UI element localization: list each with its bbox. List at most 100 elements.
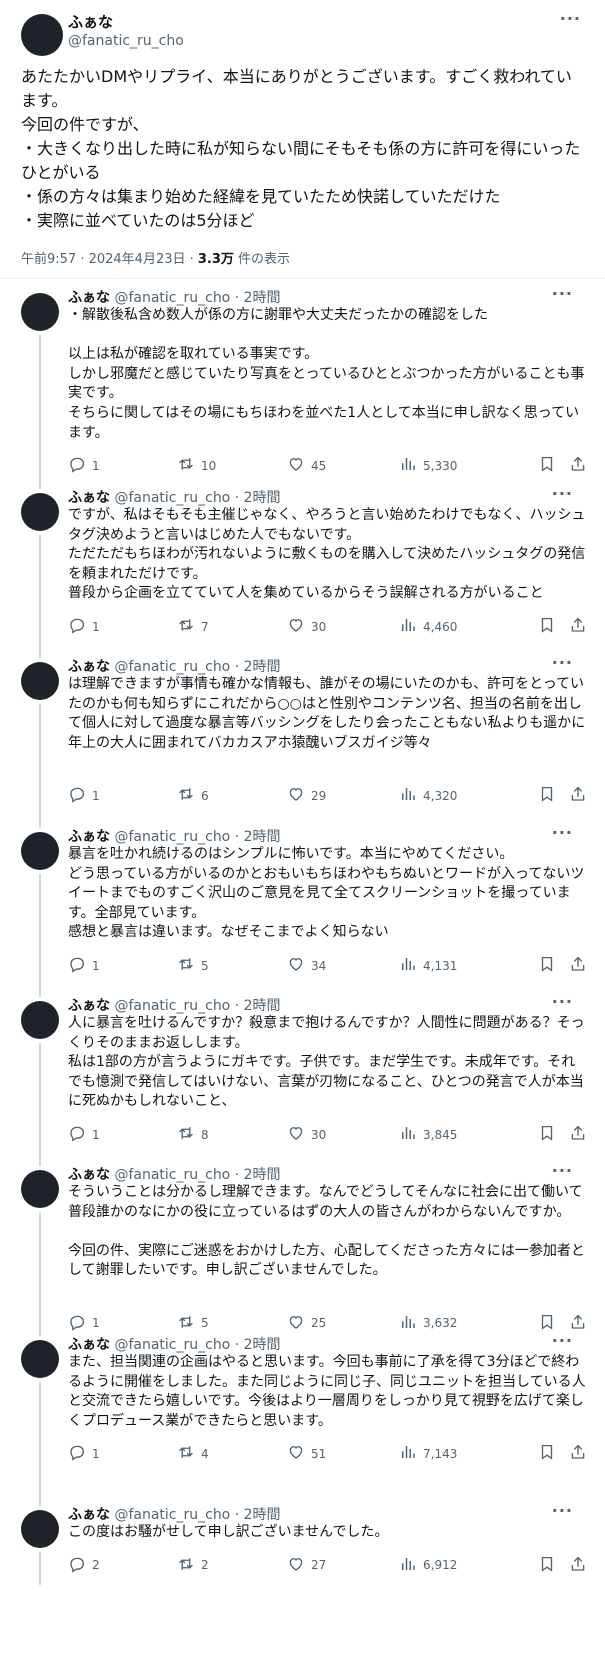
reply-button[interactable]: 1 — [68, 616, 100, 637]
views-button[interactable]: 6,912 — [399, 1555, 457, 1576]
avatar[interactable] — [21, 493, 59, 531]
reply-button[interactable]: 1 — [68, 955, 100, 976]
avatar[interactable] — [21, 832, 59, 870]
reply-tweet[interactable]: ふぁな @fanatic_ru_cho · 2時間 ··· また、担当関連の企画はや… — [0, 1330, 605, 1506]
more-icon[interactable]: ··· — [552, 825, 573, 841]
like-count: 27 — [311, 1558, 327, 1573]
reply-button[interactable]: 1 — [68, 1443, 100, 1464]
reply-count: 1 — [92, 1446, 100, 1461]
reply-tweet[interactable]: ふぁな @fanatic_ru_cho · 2時間 ··· 人に暴言を吐けるんですか… — [0, 991, 605, 1166]
reply-count: 1 — [92, 788, 100, 803]
like-button[interactable]: 51 — [287, 1443, 326, 1464]
avatar[interactable] — [21, 1001, 59, 1039]
more-icon[interactable]: ··· — [552, 1163, 573, 1179]
like-button[interactable]: 29 — [287, 785, 326, 806]
views-button[interactable]: 4,460 — [399, 616, 457, 637]
more-icon[interactable]: ··· — [552, 655, 573, 671]
bar-chart-icon — [399, 955, 423, 976]
reply-button[interactable]: 1 — [68, 455, 100, 476]
views-button[interactable]: 7,143 — [399, 1443, 457, 1464]
views-button[interactable]: 5,330 — [399, 455, 457, 476]
author-name[interactable]: ふぁな — [68, 1507, 110, 1523]
like-button[interactable]: 27 — [287, 1555, 326, 1576]
author-name[interactable]: ふぁな — [68, 659, 110, 675]
main-tweet: ふぁな @fanatic_ru_cho ··· あたたかいDMやリプライ、本当に… — [0, 0, 605, 278]
reply-button[interactable]: 1 — [68, 1124, 100, 1145]
share-button[interactable] — [569, 1555, 587, 1576]
author-handle[interactable]: @fanatic_ru_cho — [68, 33, 184, 49]
share-button[interactable] — [569, 1124, 587, 1145]
avatar[interactable] — [21, 1170, 59, 1208]
reply-button[interactable]: 1 — [68, 785, 100, 806]
share-button[interactable] — [569, 955, 587, 976]
retweet-button[interactable]: 5 — [177, 955, 209, 976]
retweet-count: 2 — [201, 1558, 209, 1573]
retweet-button[interactable]: 7 — [177, 616, 209, 637]
author-meta[interactable]: @fanatic_ru_cho · 2時間 — [110, 829, 280, 845]
bookmark-button[interactable] — [538, 1555, 556, 1576]
author-name[interactable]: ふぁな — [68, 11, 113, 32]
more-icon[interactable]: ··· — [552, 286, 573, 302]
like-button[interactable]: 30 — [287, 1124, 326, 1145]
author-name[interactable]: ふぁな — [68, 290, 110, 306]
avatar[interactable] — [21, 1510, 59, 1548]
retweet-button[interactable]: 8 — [177, 1124, 209, 1145]
author-name[interactable]: ふぁな — [68, 490, 110, 506]
retweet-button[interactable]: 2 — [177, 1555, 209, 1576]
reply-tweet[interactable]: ふぁな @fanatic_ru_cho · 2時間 ··· 暴言を吐かれ続けるのはシ… — [0, 822, 605, 997]
author-meta[interactable]: @fanatic_ru_cho · 2時間 — [110, 1337, 280, 1353]
bookmark-button[interactable] — [538, 455, 556, 476]
avatar[interactable] — [21, 293, 59, 331]
retweet-icon — [177, 955, 201, 976]
views-button[interactable]: 3,845 — [399, 1124, 457, 1145]
like-button[interactable]: 45 — [287, 455, 326, 476]
share-button[interactable] — [569, 785, 587, 806]
timestamp[interactable]: 午前9:57 · 2024年4月23日 · — [21, 252, 198, 267]
author-meta[interactable]: @fanatic_ru_cho · 2時間 — [110, 998, 280, 1014]
views-button[interactable]: 4,320 — [399, 785, 457, 806]
share-button[interactable] — [569, 1443, 587, 1464]
retweet-button[interactable]: 4 — [177, 1443, 209, 1464]
avatar[interactable] — [21, 662, 59, 700]
bookmark-button[interactable] — [538, 955, 556, 976]
more-icon[interactable]: ··· — [552, 1503, 573, 1519]
reply-tweet[interactable]: ふぁな @fanatic_ru_cho · 2時間 ··· ・解散後私含め数人が係の… — [0, 283, 605, 489]
author-meta[interactable]: @fanatic_ru_cho · 2時間 — [110, 490, 280, 506]
author-name[interactable]: ふぁな — [68, 1337, 110, 1353]
retweet-icon — [177, 1124, 201, 1145]
author-name[interactable]: ふぁな — [68, 998, 110, 1014]
reply-tweet[interactable]: ふぁな @fanatic_ru_cho · 2時間 ··· そういうことは分かるし理… — [0, 1160, 605, 1336]
author-meta[interactable]: @fanatic_ru_cho · 2時間 — [110, 1507, 280, 1523]
share-icon — [569, 1124, 587, 1145]
like-button[interactable]: 34 — [287, 955, 326, 976]
more-icon[interactable]: ··· — [552, 1333, 573, 1349]
bookmark-button[interactable] — [538, 616, 556, 637]
retweet-button[interactable]: 10 — [177, 455, 216, 476]
author-meta[interactable]: @fanatic_ru_cho · 2時間 — [110, 1167, 280, 1183]
reply-button[interactable]: 2 — [68, 1555, 100, 1576]
share-icon — [569, 1555, 587, 1576]
author-meta[interactable]: @fanatic_ru_cho · 2時間 — [110, 659, 280, 675]
more-icon[interactable]: ··· — [560, 11, 581, 27]
avatar[interactable] — [21, 1340, 59, 1378]
reply-tweet[interactable]: ふぁな @fanatic_ru_cho · 2時間 ··· この度はお騒がせして申し… — [0, 1500, 605, 1660]
bookmark-button[interactable] — [538, 1124, 556, 1145]
like-button[interactable]: 30 — [287, 616, 326, 637]
reply-tweet[interactable]: ふぁな @fanatic_ru_cho · 2時間 ··· ですが、私はそもそも主催… — [0, 483, 605, 658]
more-icon[interactable]: ··· — [552, 994, 573, 1010]
reply-icon — [68, 955, 92, 976]
avatar[interactable] — [21, 14, 63, 56]
bookmark-button[interactable] — [538, 785, 556, 806]
author-name[interactable]: ふぁな — [68, 829, 110, 845]
share-button[interactable] — [569, 455, 587, 476]
bookmark-button[interactable] — [538, 1443, 556, 1464]
author-meta[interactable]: @fanatic_ru_cho · 2時間 — [110, 290, 280, 306]
author-name[interactable]: ふぁな — [68, 1167, 110, 1183]
share-button[interactable] — [569, 616, 587, 637]
views-button[interactable]: 4,131 — [399, 955, 457, 976]
retweet-button[interactable]: 6 — [177, 785, 209, 806]
reply-tweet[interactable]: ふぁな @fanatic_ru_cho · 2時間 ··· は理解できますが事情も確… — [0, 652, 605, 828]
more-icon[interactable]: ··· — [552, 486, 573, 502]
reply-count: 1 — [92, 1316, 100, 1331]
bookmark-icon — [538, 455, 556, 476]
